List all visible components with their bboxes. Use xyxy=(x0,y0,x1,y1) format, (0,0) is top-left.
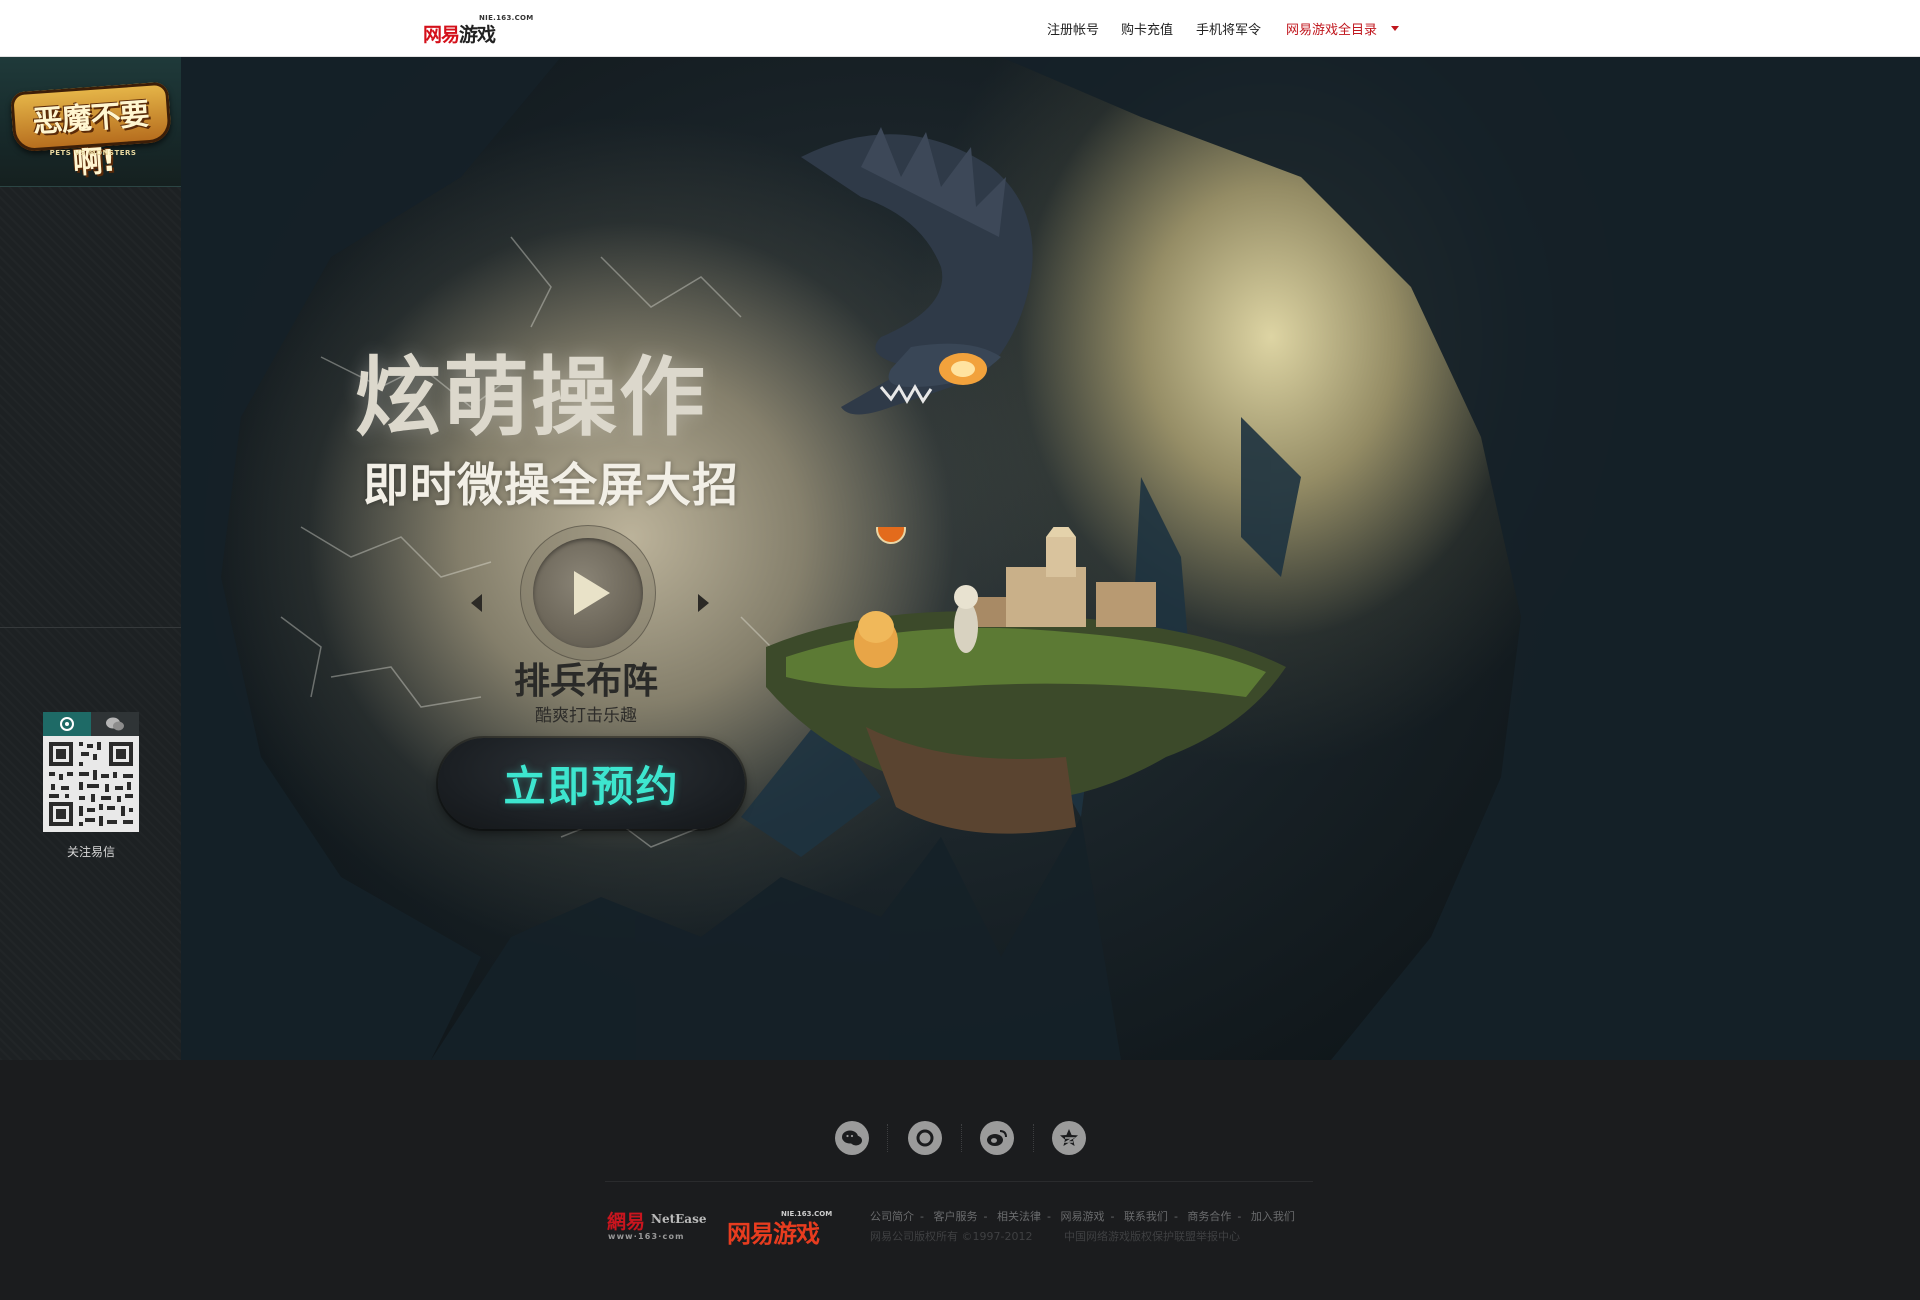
qr-code xyxy=(43,736,139,832)
report-center-link[interactable]: 中国网络游戏版权保护联盟举报中心 xyxy=(1064,1230,1240,1243)
hero-headline: 炫萌操作 xyxy=(355,348,707,448)
wechat-icon xyxy=(842,1130,862,1146)
footer xyxy=(0,1060,1920,1300)
footer-link-jobs[interactable]: 加入我们 xyxy=(1251,1210,1295,1223)
brand-mark-primary: 网易 xyxy=(423,24,460,46)
floating-island-illustration xyxy=(766,527,1286,834)
side-divider xyxy=(0,627,181,628)
play-icon xyxy=(574,571,610,615)
side-panel: 恶魔不要啊! PETS VS MONSTERS 关注易信 xyxy=(0,57,182,1060)
dropdown-caret-icon[interactable] xyxy=(1391,25,1400,31)
footer-link-service[interactable]: 客户服务 xyxy=(933,1210,977,1223)
nav-all-games: 网易游戏全目录 xyxy=(1286,0,1400,56)
yixin-icon xyxy=(60,717,74,731)
nav-recharge-link[interactable]: 购卡充值 xyxy=(1121,19,1173,38)
top-navigation-bar: 网易游戏 NIE.163.COM 注册帐号 购卡充值 手机将军令 网易游戏全目录 xyxy=(0,0,1920,57)
slide-title: 排兵布阵 xyxy=(513,661,658,702)
nav-mobile-token: 手机将军令 xyxy=(1196,0,1261,56)
footer-link-business[interactable]: 商务合作 xyxy=(1187,1210,1231,1223)
prev-slide-icon[interactable] xyxy=(471,594,482,612)
hero-subheadline: 即时微操全屏大招 xyxy=(363,458,739,512)
social-separator xyxy=(961,1124,963,1152)
footer-link-about[interactable]: 公司简介 xyxy=(870,1210,914,1223)
games-logo-domain: NIE.163.COM xyxy=(781,1210,833,1218)
qr-code-image xyxy=(43,736,139,832)
brand-mark: 网易游戏 xyxy=(423,20,496,47)
wechat-share-button[interactable] xyxy=(835,1121,869,1155)
footer-divider xyxy=(605,1181,1313,1182)
netease-logo-url: www·163·com xyxy=(608,1232,685,1241)
nav-mobile-token-link[interactable]: 手机将军令 xyxy=(1196,19,1261,38)
wechat-icon xyxy=(106,717,124,731)
brand-mark-secondary: 游戏 xyxy=(459,24,496,46)
social-separator xyxy=(887,1124,889,1152)
weibo-icon xyxy=(987,1130,1007,1146)
nav-recharge: 购卡充值 xyxy=(1121,0,1173,56)
game-logo-title: 恶魔不要啊! xyxy=(31,97,150,182)
qr-caption: 关注易信 xyxy=(66,845,115,859)
games-logo-text: 网易游戏 xyxy=(727,1220,820,1248)
netease-logo-en: NetEase xyxy=(651,1212,707,1226)
next-slide-icon[interactable] xyxy=(698,594,709,612)
weibo-share-button[interactable] xyxy=(980,1121,1014,1155)
yixin-share-button[interactable] xyxy=(908,1121,942,1155)
footer-copyright: 网易公司版权所有 ©1997-2012 中国网络游戏版权保护联盟举报中心 xyxy=(870,1228,1240,1244)
slide-subtitle: 酷爽打击乐趣 xyxy=(535,706,637,726)
tab-yixin[interactable] xyxy=(43,712,91,736)
qzone-share-button[interactable] xyxy=(1052,1121,1086,1155)
qr-tabs xyxy=(43,712,139,736)
copyright-text: 网易公司版权所有 ©1997-2012 xyxy=(870,1230,1033,1243)
game-logo-box[interactable]: 恶魔不要啊! PETS VS MONSTERS xyxy=(0,57,181,187)
nav-all-games-link[interactable]: 网易游戏全目录 xyxy=(1286,19,1377,38)
reserve-now-label: 立即预约 xyxy=(503,762,680,811)
nav-register: 注册帐号 xyxy=(1047,0,1099,56)
nav-register-link[interactable]: 注册帐号 xyxy=(1047,19,1099,38)
netease-logo[interactable]: 網易 NetEase www·163·com xyxy=(607,1207,711,1247)
brand-domain: NIE.163.COM xyxy=(479,14,534,22)
tab-wechat[interactable] xyxy=(91,712,139,736)
netease-games-footer-logo[interactable]: 网易游戏 NIE.163.COM xyxy=(727,1210,839,1248)
social-separator xyxy=(1033,1124,1035,1152)
netease-logo-cn: 網易 xyxy=(607,1211,646,1233)
reserve-now-button[interactable]: 立即预约 xyxy=(438,738,745,829)
footer-link-legal[interactable]: 相关法律 xyxy=(997,1210,1041,1223)
video-play-ring xyxy=(520,525,656,661)
qzone-icon xyxy=(1060,1129,1078,1146)
footer-link-contact[interactable]: 联系我们 xyxy=(1124,1210,1168,1223)
game-logo-subtitle: PETS VS MONSTERS xyxy=(49,149,137,157)
footer-links: 公司简介 - 客户服务 - 相关法律 - 网易游戏 - 联系我们 - 商务合作 - 加入我们 xyxy=(870,1210,1295,1223)
hero-banner: 炫萌操作 即时微操全屏大招 排兵布阵 酷爽打击乐趣 立即预约 xyxy=(181,57,1920,1060)
video-play-button[interactable] xyxy=(533,538,643,648)
yixin-icon xyxy=(916,1129,934,1147)
footer-link-games[interactable]: 网易游戏 xyxy=(1060,1210,1104,1223)
netease-games-logo[interactable]: 网易游戏 NIE.163.COM xyxy=(423,14,533,47)
